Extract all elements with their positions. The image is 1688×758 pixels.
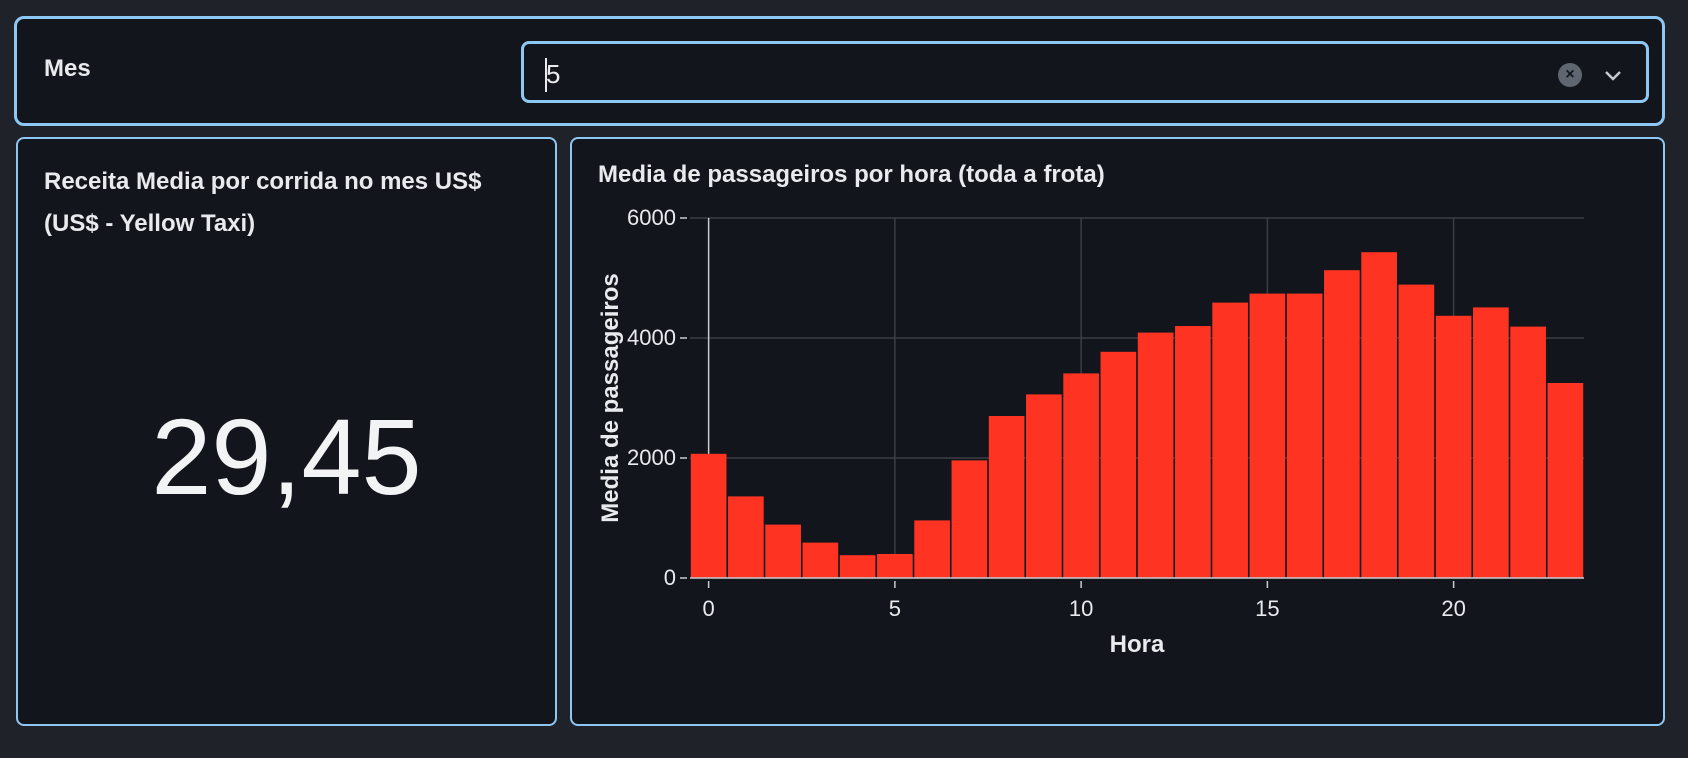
bar <box>1286 293 1323 578</box>
bar-chart: 0 2000 4000 6000 0 5 10 15 20 Hora Media de passag… <box>597 205 1584 658</box>
bar <box>1547 383 1584 578</box>
x-tick-label: 0 <box>703 596 715 621</box>
bar <box>1249 293 1286 578</box>
bar <box>1175 326 1211 578</box>
y-tick-label: 4000 <box>627 325 676 350</box>
x-tick-label: 5 <box>889 596 901 621</box>
chevron-down-icon[interactable] <box>1602 64 1624 86</box>
x-axis-title: Hora <box>1110 631 1165 658</box>
chart-card: Media de passageiros por hora (toda a fr… <box>570 137 1665 726</box>
y-axis-title: Media de passageiros <box>597 273 624 522</box>
bar <box>1137 332 1174 578</box>
bar <box>1435 315 1472 578</box>
kpi-card: Receita Media por corrida no mes US$ (US… <box>16 137 557 726</box>
y-tick-label: 6000 <box>627 205 676 230</box>
bar <box>877 554 913 578</box>
x-tick-label: 15 <box>1255 596 1279 621</box>
y-tick-label: 0 <box>664 565 676 590</box>
bar <box>1100 351 1137 578</box>
bar <box>1361 252 1397 578</box>
bar <box>1212 302 1248 578</box>
bar <box>765 524 801 578</box>
kpi-title: Receita Media por corrida no mes US$ (US… <box>44 168 482 237</box>
bar <box>988 416 1025 578</box>
bar <box>690 453 727 578</box>
bar <box>1398 284 1435 578</box>
bar <box>839 555 876 578</box>
x-tick-label: 10 <box>1069 596 1093 621</box>
bar <box>1510 326 1546 578</box>
bar <box>728 496 764 578</box>
month-select-value: 5 <box>546 59 561 89</box>
bar <box>951 460 988 578</box>
filter-panel: Mes 5 × <box>14 16 1665 126</box>
bar <box>914 520 950 578</box>
month-select[interactable]: 5 × <box>521 41 1649 103</box>
x-tick-label: 20 <box>1441 596 1465 621</box>
bar <box>1063 373 1099 578</box>
text-cursor <box>545 58 547 92</box>
bar <box>802 542 839 578</box>
y-tick-label: 2000 <box>627 445 676 470</box>
clear-icon[interactable]: × <box>1558 63 1582 87</box>
bar <box>1324 270 1360 578</box>
bar <box>1026 394 1062 578</box>
filter-label: Mes <box>44 55 91 82</box>
kpi-value: 29,45 <box>151 396 422 517</box>
bar <box>1473 307 1509 578</box>
